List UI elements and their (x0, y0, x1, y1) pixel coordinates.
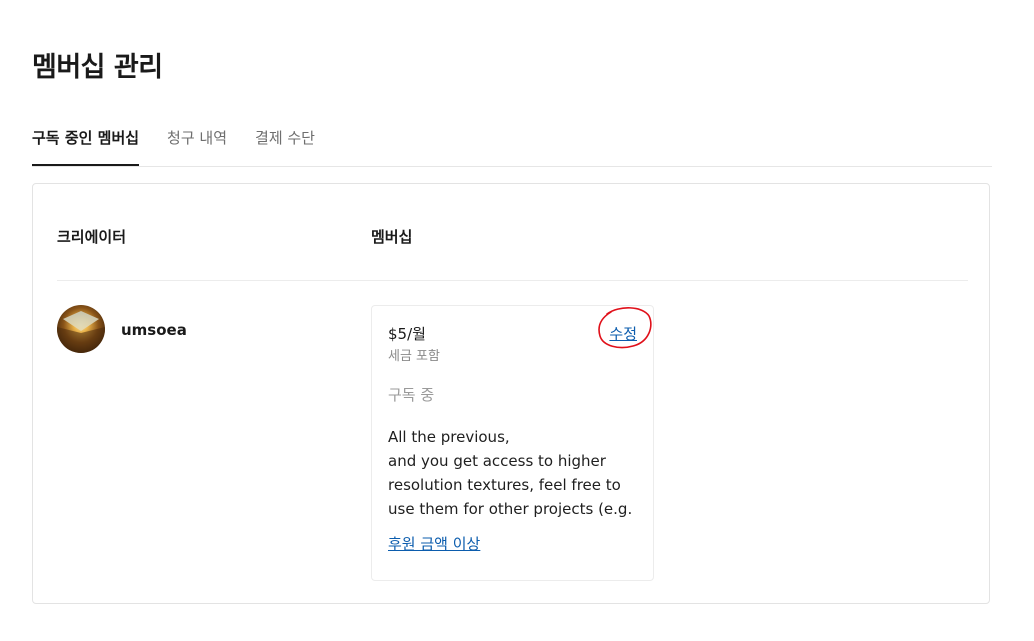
avatar[interactable] (57, 305, 105, 353)
pledge-more-link[interactable]: 후원 금액 이상 (388, 533, 480, 555)
membership-card: 크리에이터 멤버십 umsoea $5/월 수정 세금 포함 구독 중 All … (32, 183, 990, 604)
tab-bar: 구독 중인 멤버십 청구 내역 결제 수단 (32, 118, 992, 167)
tier-box: $5/월 수정 세금 포함 구독 중 All the previous, and… (371, 305, 654, 581)
tab-payment-methods[interactable]: 결제 수단 (255, 118, 315, 165)
membership-page: 멤버십 관리 구독 중인 멤버십 청구 내역 결제 수단 크리에이터 멤버십 u… (0, 0, 1034, 641)
header-divider (57, 280, 968, 281)
avatar-image (57, 305, 105, 353)
creator-column-header: 크리에이터 (57, 228, 127, 246)
membership-column-header: 멤버십 (371, 228, 413, 246)
tax-note: 세금 포함 (388, 349, 440, 364)
description-line: use them for other projects (e.g. (388, 500, 633, 518)
tab-active-memberships[interactable]: 구독 중인 멤버십 (32, 118, 140, 166)
tier-description: All the previous, and you get access to … (388, 425, 638, 521)
description-line: All the previous, (388, 428, 510, 446)
page-title: 멤버십 관리 (32, 52, 163, 83)
creator-name[interactable]: umsoea (121, 320, 187, 340)
edit-membership-link[interactable]: 수정 (609, 323, 637, 345)
tier-price: $5/월 (388, 325, 426, 343)
creator-cell: umsoea (57, 305, 187, 353)
description-line: and you get access to higher (388, 452, 606, 470)
description-line: resolution textures, feel free to (388, 476, 621, 494)
subscription-status: 구독 중 (388, 386, 435, 404)
tab-billing-history[interactable]: 청구 내역 (167, 118, 227, 165)
